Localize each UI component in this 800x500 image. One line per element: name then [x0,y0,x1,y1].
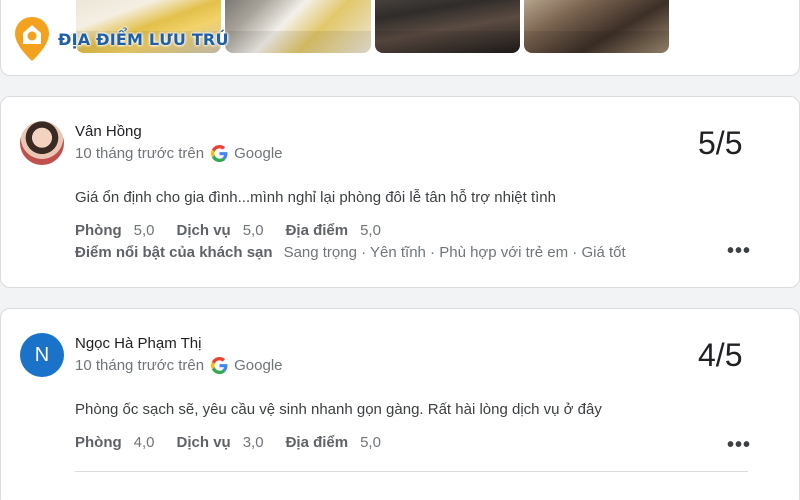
logo-text: ĐỊA ĐIỂM LƯU TRÚ [58,29,229,49]
review-score: 5/5 [698,125,743,161]
review-meta: 10 tháng trước trên Google [75,357,283,374]
review-card: Vân Hồng 10 tháng trước trên Google 5/5 … [0,96,800,288]
highlights-label: Điểm nổi bật của khách sạn [75,244,273,261]
category-ratings: Phòng 5,0 Dịch vụ 5,0 Địa điểm 5,0 [75,222,403,239]
rating-value-service: 5,0 [242,222,264,239]
rating-value-room: 5,0 [133,222,155,239]
location-pin-icon [14,16,50,62]
review-meta: 10 tháng trước trên Google [75,145,283,162]
highlights-value: Sang trọng · Yên tĩnh · Phù hợp với trẻ … [283,244,626,261]
hotel-living-room-photo[interactable] [524,0,669,53]
rating-label-room: Phòng [75,222,122,239]
more-options-button[interactable]: ••• [727,434,751,457]
avatar[interactable]: N [20,333,64,377]
rating-value-location: 5,0 [360,222,381,239]
rating-value-room: 4,0 [133,434,155,451]
rating-value-location: 5,0 [360,434,381,451]
category-ratings: Phòng 4,0 Dịch vụ 3,0 Địa điểm 5,0 [75,434,403,451]
review-source: Google [234,357,283,374]
review-time: 10 tháng trước trên [75,145,205,162]
reviewer-name[interactable]: Vân Hồng [75,123,142,140]
review-score: 4/5 [698,337,743,373]
rating-value-service: 3,0 [242,434,264,451]
hotel-highlights: Điểm nổi bật của khách sạn Sang trọng · … [75,244,626,261]
divider [75,471,748,472]
review-text: Giá ổn định cho gia đình...mình nghỉ lại… [75,189,556,206]
rating-label-room: Phòng [75,434,122,451]
rating-label-service: Dịch vụ [176,434,231,451]
rating-label-location: Địa điểm [285,222,349,239]
more-options-button[interactable]: ••• [727,240,751,263]
rating-label-location: Địa điểm [285,434,349,451]
review-source: Google [234,145,283,162]
review-text: Phòng ốc sạch sẽ, yêu cầu vệ sinh nhanh … [75,401,602,418]
google-icon [211,145,228,162]
reviewer-name[interactable]: Ngọc Hà Phạm Thị [75,335,201,352]
google-icon [211,357,228,374]
hotel-lounge-photo[interactable] [375,0,520,53]
avatar[interactable] [20,121,64,165]
review-time: 10 tháng trước trên [75,357,205,374]
review-card: N Ngọc Hà Phạm Thị 10 tháng trước trên G… [0,308,800,500]
site-logo: ĐỊA ĐIỂM LƯU TRÚ [14,14,229,64]
hotel-room-window-photo[interactable] [225,0,371,53]
rating-label-service: Dịch vụ [176,222,231,239]
